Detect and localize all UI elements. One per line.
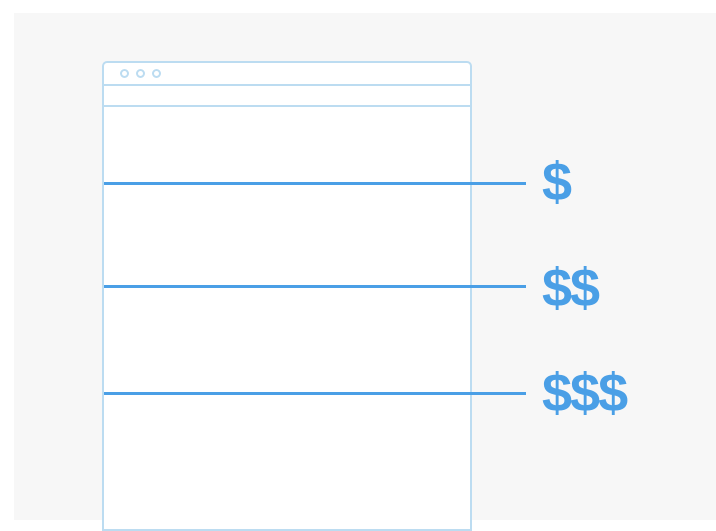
tier-2-divider-line: [104, 285, 526, 288]
browser-address-bar: [104, 86, 470, 107]
window-control-dot-icon: [120, 69, 129, 78]
tier-1-price-label: $: [542, 152, 572, 212]
tier-1-divider-line: [104, 182, 526, 185]
window-control-dot-icon: [136, 69, 145, 78]
browser-window-outline: [102, 61, 472, 531]
browser-titlebar: [104, 63, 470, 86]
window-control-dot-icon: [152, 69, 161, 78]
tier-3-price-label: $$$: [542, 363, 628, 423]
tier-3-divider-line: [104, 392, 526, 395]
tier-2-price-label: $$: [542, 258, 600, 318]
